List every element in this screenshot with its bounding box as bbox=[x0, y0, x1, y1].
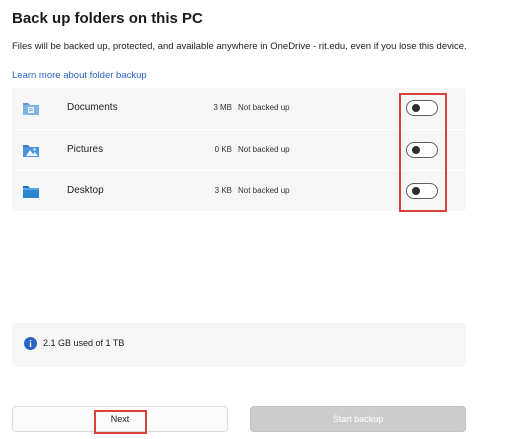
desktop-backup-toggle[interactable] bbox=[406, 183, 438, 199]
description-text: Files will be backed up, protected, and … bbox=[12, 41, 467, 52]
pictures-backup-toggle[interactable] bbox=[406, 142, 438, 158]
toggle-knob bbox=[412, 146, 420, 154]
folder-row-pictures: Pictures 0 KB Not backed up bbox=[12, 129, 466, 171]
backup-status: Not backed up bbox=[238, 145, 290, 154]
page-title: Back up folders on this PC bbox=[12, 10, 203, 27]
onedrive-folder-backup-dialog: Back up folders on this PC Files will be… bbox=[0, 0, 507, 439]
toggle-knob bbox=[412, 187, 420, 195]
folder-row-documents: Documents 3 MB Not backed up bbox=[12, 88, 466, 129]
folder-size: 3 MB bbox=[213, 103, 232, 112]
backup-status: Not backed up bbox=[238, 186, 290, 195]
info-icon bbox=[24, 337, 37, 350]
desktop-folder-icon bbox=[23, 186, 39, 198]
folder-size: 3 KB bbox=[214, 186, 232, 195]
documents-backup-toggle[interactable] bbox=[406, 100, 438, 116]
documents-folder-icon bbox=[23, 103, 39, 115]
folder-name: Pictures bbox=[67, 144, 104, 155]
folder-row-desktop: Desktop 3 KB Not backed up bbox=[12, 170, 466, 212]
storage-usage-panel: 2.1 GB used of 1 TB bbox=[12, 323, 466, 367]
folder-name: Desktop bbox=[67, 185, 104, 196]
folder-size: 0 KB bbox=[214, 145, 232, 154]
next-button[interactable]: Next bbox=[12, 406, 228, 432]
storage-used-text: 2.1 GB used of 1 TB bbox=[43, 338, 125, 348]
learn-more-link[interactable]: Learn more about folder backup bbox=[12, 70, 147, 81]
folder-name: Documents bbox=[67, 102, 118, 113]
toggle-knob bbox=[412, 104, 420, 112]
pictures-folder-icon bbox=[23, 145, 39, 157]
start-backup-button[interactable]: Start backup bbox=[250, 406, 466, 432]
backup-status: Not backed up bbox=[238, 103, 290, 112]
folder-list: Documents 3 MB Not backed up Pictures 0 … bbox=[12, 88, 466, 211]
